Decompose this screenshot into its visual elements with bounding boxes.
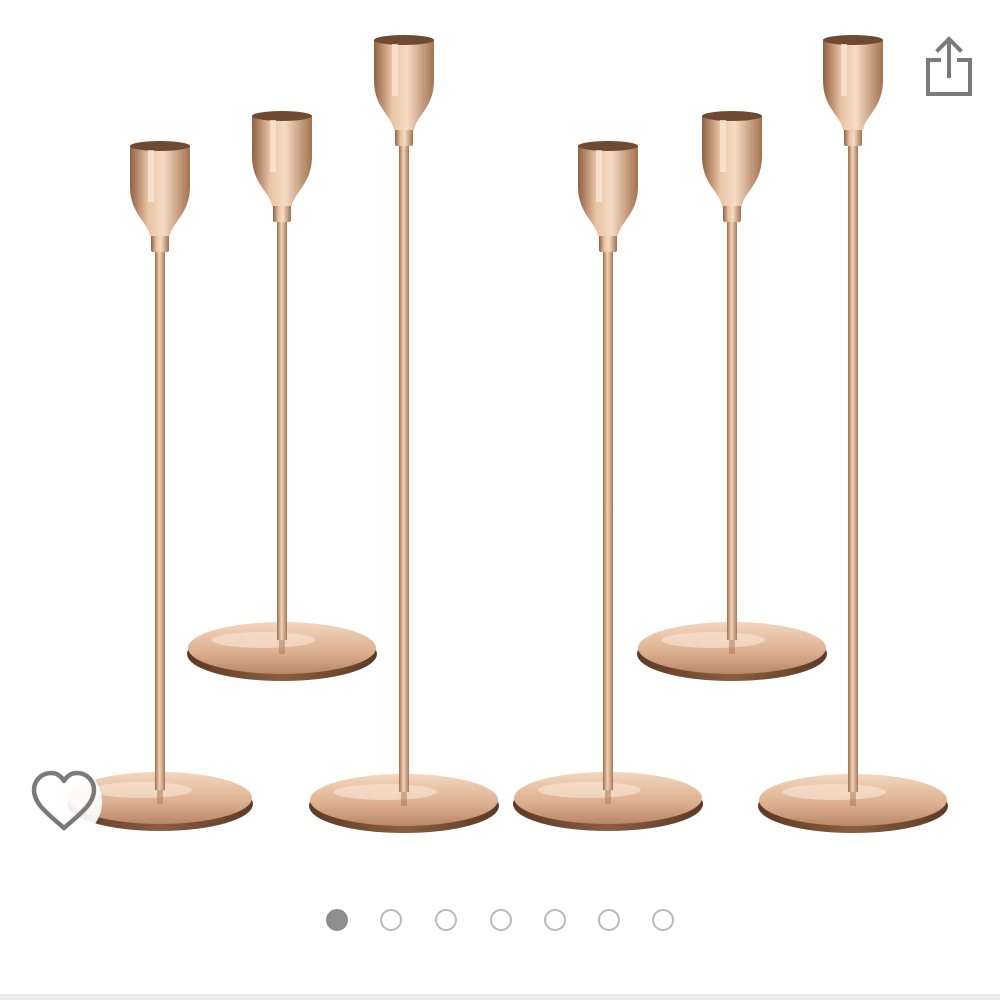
share-button[interactable]	[918, 34, 980, 100]
pager-dot-6[interactable]	[598, 909, 620, 931]
share-icon	[926, 36, 972, 96]
pager-dot-1[interactable]	[326, 909, 348, 931]
pager-dot-2[interactable]	[380, 909, 402, 931]
bottom-divider	[0, 994, 1000, 1000]
candle-holder	[637, 111, 827, 681]
pager-dot-4[interactable]	[490, 909, 512, 931]
candle-holder	[513, 141, 703, 831]
pager-dot-3[interactable]	[435, 909, 457, 931]
heart-outline-icon	[31, 770, 97, 831]
image-pager	[0, 906, 1000, 938]
candle-holder	[67, 141, 253, 831]
candle-holder	[758, 35, 948, 833]
pager-dot-5[interactable]	[544, 909, 566, 931]
candle-holder	[309, 35, 499, 833]
candle-holder	[187, 111, 377, 681]
favorite-button[interactable]	[26, 764, 102, 840]
pager-dot-7[interactable]	[652, 909, 674, 931]
product-image[interactable]	[0, 0, 1000, 880]
product-gallery-screen	[0, 0, 1000, 1000]
